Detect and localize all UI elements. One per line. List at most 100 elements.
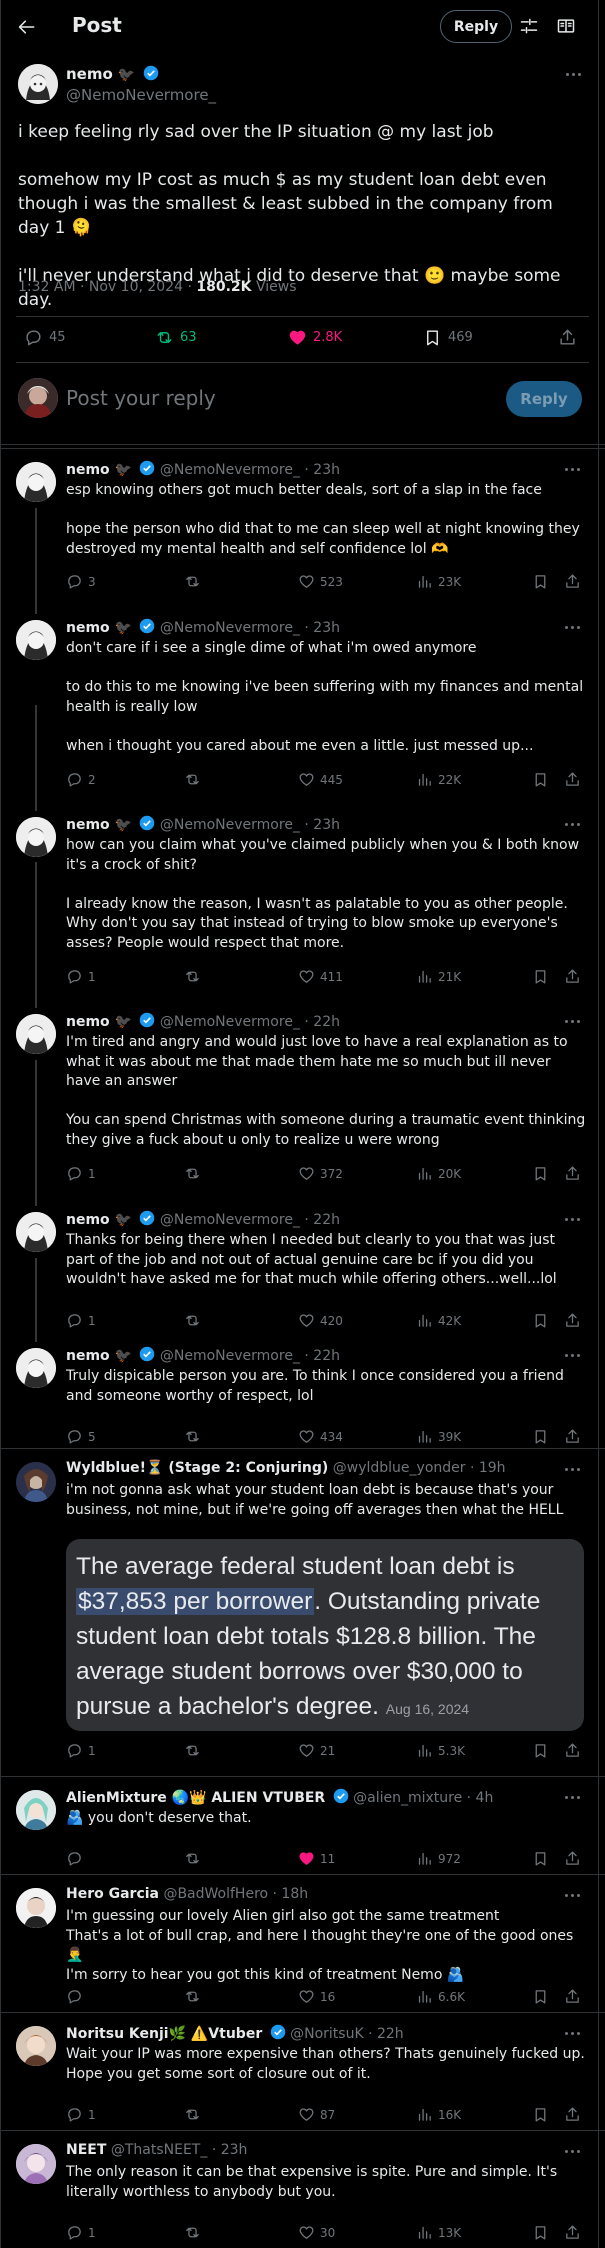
reply-button[interactable]: 1: [66, 1312, 96, 1329]
share-button[interactable]: [564, 771, 581, 788]
share-button[interactable]: [564, 1312, 581, 1329]
share-button[interactable]: [564, 1988, 581, 2005]
reply-handle-time[interactable]: @NemoNevermore_ · 23h: [160, 817, 340, 833]
share-button[interactable]: [564, 1850, 581, 1867]
reply-author-name[interactable]: NEET: [66, 2142, 106, 2158]
reply-avatar[interactable]: [16, 2026, 56, 2066]
views-button[interactable]: 39K: [416, 1428, 461, 1445]
reply-avatar[interactable]: [16, 462, 56, 502]
reply-handle-time[interactable]: @wyldblue_yonder · 19h: [333, 1460, 506, 1476]
reply-avatar[interactable]: [16, 2144, 56, 2184]
main-share-action[interactable]: [558, 328, 577, 347]
main-post-author[interactable]: nemo 🐦‍⬛: [66, 64, 159, 83]
like-button[interactable]: 445: [298, 771, 343, 788]
repost-button[interactable]: [184, 1312, 201, 1329]
reply-handle-time[interactable]: @NemoNevermore_ · 23h: [160, 620, 340, 636]
like-button[interactable]: 420: [298, 1312, 343, 1329]
like-button[interactable]: 523: [298, 573, 343, 590]
reply-handle-time[interactable]: @alien_mixture · 4h: [353, 1790, 493, 1806]
views-button[interactable]: 6.6K: [416, 1988, 465, 2005]
reader-view-icon[interactable]: [555, 15, 577, 37]
reply-handle-time[interactable]: @NemoNevermore_ · 22h: [160, 1014, 340, 1030]
reply-avatar[interactable]: [16, 620, 56, 660]
bookmark-button[interactable]: [532, 1312, 549, 1329]
attached-screenshot[interactable]: The average federal student loan debt is…: [66, 1539, 584, 1731]
reply-avatar[interactable]: [16, 1790, 56, 1830]
views-button[interactable]: 23K: [416, 573, 461, 590]
reply-handle-time[interactable]: @NemoNevermore_ · 23h: [160, 462, 340, 478]
views-button[interactable]: 21K: [416, 968, 461, 985]
share-button[interactable]: [564, 1742, 581, 1759]
share-button[interactable]: [564, 1165, 581, 1182]
reply-handle-time[interactable]: @NemoNevermore_ · 22h: [160, 1212, 340, 1228]
reply-author-name[interactable]: Hero Garcia: [66, 1886, 159, 1902]
reply-submit-button[interactable]: Reply: [506, 381, 582, 417]
views-button[interactable]: 42K: [416, 1312, 461, 1329]
main-reply-action[interactable]: 45: [24, 328, 66, 347]
like-button[interactable]: 87: [298, 2106, 335, 2123]
like-button[interactable]: 16: [298, 1988, 335, 2005]
reply-button[interactable]: 1: [66, 2106, 96, 2123]
reply-avatar[interactable]: [16, 1888, 56, 1928]
repost-button[interactable]: [184, 771, 201, 788]
share-button[interactable]: [564, 2106, 581, 2123]
bookmark-button[interactable]: [532, 1428, 549, 1445]
reply-author-name[interactable]: nemo 🐦‍⬛: [66, 1212, 132, 1228]
reply-button[interactable]: [66, 1988, 83, 2005]
more-options-icon[interactable]: [566, 73, 581, 76]
main-bookmark-action[interactable]: 469: [423, 328, 473, 347]
reply-avatar[interactable]: [16, 1348, 56, 1388]
reply-handle-time[interactable]: @ThatsNEET_ · 23h: [111, 2142, 248, 2158]
like-button[interactable]: 11: [298, 1850, 335, 1867]
repost-button[interactable]: [184, 1165, 201, 1182]
repost-button[interactable]: [184, 2106, 201, 2123]
reply-input[interactable]: Post your reply: [66, 386, 216, 410]
reply-author-name[interactable]: nemo 🐦‍⬛: [66, 1348, 132, 1364]
repost-button[interactable]: [184, 1742, 201, 1759]
bookmark-button[interactable]: [532, 1165, 549, 1182]
author-handle[interactable]: @NemoNevermore_: [66, 86, 216, 104]
bookmark-button[interactable]: [532, 1742, 549, 1759]
back-arrow-icon[interactable]: [14, 14, 40, 40]
main-repost-action[interactable]: 63: [155, 328, 197, 347]
views-button[interactable]: 5.3K: [416, 1742, 465, 1759]
reply-avatar[interactable]: [16, 1212, 56, 1252]
reply-button[interactable]: 1: [66, 1742, 96, 1759]
reply-author-name[interactable]: nemo 🐦‍⬛: [66, 462, 132, 478]
reply-handle-time[interactable]: @NemoNevermore_ · 22h: [160, 1348, 340, 1364]
bookmark-button[interactable]: [532, 968, 549, 985]
bookmark-button[interactable]: [532, 771, 549, 788]
main-post-avatar[interactable]: [18, 64, 58, 104]
like-button[interactable]: 434: [298, 1428, 343, 1445]
bookmark-button[interactable]: [532, 1988, 549, 2005]
views-button[interactable]: 972: [416, 1850, 461, 1867]
reply-button[interactable]: 2: [66, 771, 96, 788]
like-button[interactable]: 411: [298, 968, 343, 985]
repost-button[interactable]: [184, 2224, 201, 2241]
like-button[interactable]: 30: [298, 2224, 335, 2241]
repost-button[interactable]: [184, 573, 201, 590]
reply-author-name[interactable]: AlienMixture 🌏👑 ALIEN VTUBER: [66, 1790, 325, 1806]
views-button[interactable]: 22K: [416, 771, 461, 788]
repost-button[interactable]: [184, 1988, 201, 2005]
like-button[interactable]: 21: [298, 1742, 335, 1759]
reply-author-name[interactable]: Noritsu Kenji🌿 ⚠️Vtuber: [66, 2026, 262, 2042]
share-button[interactable]: [564, 2224, 581, 2241]
share-button[interactable]: [564, 968, 581, 985]
reply-handle-time[interactable]: @BadWolfHero · 18h: [163, 1886, 308, 1902]
views-button[interactable]: 16K: [416, 2106, 461, 2123]
reply-button[interactable]: 5: [66, 1428, 96, 1445]
reply-button[interactable]: 1: [66, 968, 96, 985]
repost-button[interactable]: [184, 968, 201, 985]
my-avatar[interactable]: [18, 378, 58, 418]
repost-button[interactable]: [184, 1428, 201, 1445]
bookmark-button[interactable]: [532, 2224, 549, 2241]
reply-handle-time[interactable]: @NoritsuK · 22h: [290, 2026, 404, 2042]
reply-button[interactable]: 3: [66, 573, 96, 590]
views-button[interactable]: 20K: [416, 1165, 461, 1182]
share-button[interactable]: [564, 1428, 581, 1445]
bookmark-button[interactable]: [532, 573, 549, 590]
reply-author-name[interactable]: nemo 🐦‍⬛: [66, 620, 132, 636]
like-button[interactable]: 372: [298, 1165, 343, 1182]
filter-sliders-icon[interactable]: [518, 15, 540, 37]
